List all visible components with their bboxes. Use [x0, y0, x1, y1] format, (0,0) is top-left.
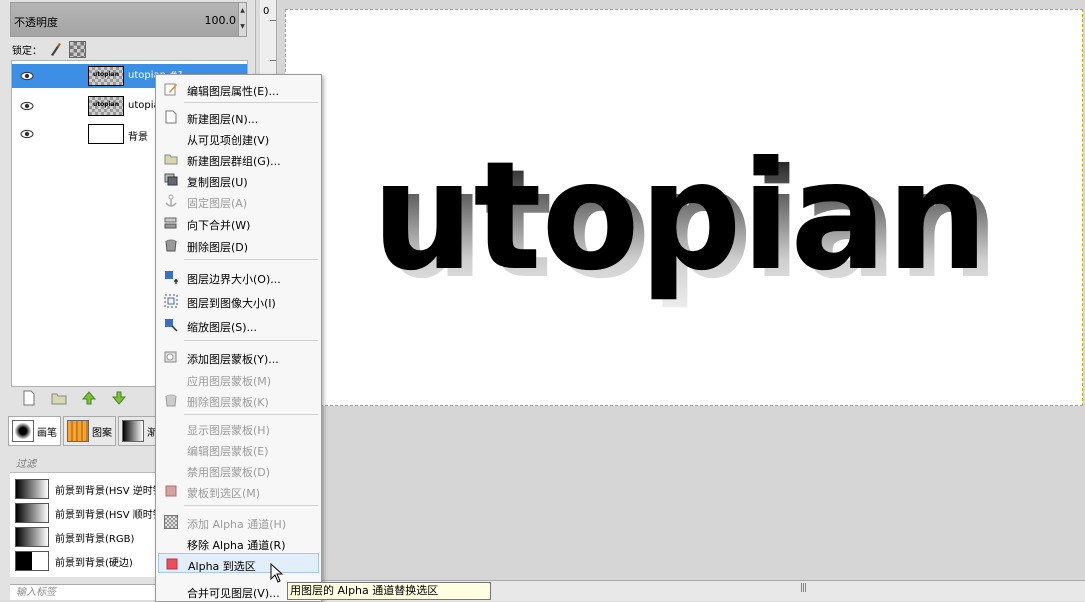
menu-disable-layer-mask[interactable]: 禁用图层蒙板(D) — [156, 460, 321, 480]
image-canvas[interactable]: utopian utopian — [285, 9, 1083, 406]
menu-merge-down[interactable]: 向下合并(W) — [156, 213, 321, 233]
menu-layer-to-image-size[interactable]: 图层到图像大小(I) — [156, 291, 321, 311]
gradient-swatch — [15, 503, 49, 523]
mouse-cursor-icon — [270, 563, 284, 583]
menu-new-layer-group[interactable]: 新建图层群组(G)... — [156, 149, 321, 169]
utopian-text-art: utopian utopian — [372, 130, 999, 312]
arrow-up-icon[interactable] — [81, 390, 97, 406]
folder-icon — [164, 152, 178, 166]
opacity-spin-arrows[interactable]: ▲ ▼ — [238, 3, 246, 36]
folder-icon[interactable] — [51, 390, 67, 406]
menu-scale-layer[interactable]: 缩放图层(S)... — [156, 315, 321, 335]
menu-remove-alpha-channel[interactable]: 移除 Alpha 通道(R) — [156, 533, 321, 553]
menu-show-layer-mask[interactable]: 显示图层蒙板(H) — [156, 418, 321, 438]
lock-row: 锁定： — [12, 40, 86, 58]
add-mask-icon — [164, 350, 178, 364]
gradient-swatch — [15, 551, 49, 571]
layer-thumbnail: utopian — [88, 66, 124, 86]
scale-icon — [164, 318, 178, 332]
layer-name[interactable]: 背景 — [128, 128, 148, 143]
lock-alpha-icon[interactable] — [69, 40, 86, 58]
menu-apply-layer-mask[interactable]: 应用图层蒙板(M) — [156, 369, 321, 389]
eye-icon[interactable] — [20, 128, 34, 140]
merge-down-icon — [164, 216, 178, 230]
menu-delete-layer-mask[interactable]: 删除图层蒙板(K) — [156, 390, 321, 410]
menu-new-layer[interactable]: 新建图层(N)... — [156, 107, 321, 127]
menu-mask-to-selection[interactable]: 蒙板到选区(M) — [156, 481, 321, 501]
opacity-label: 不透明度 — [14, 16, 58, 29]
gradient-item[interactable]: 前景到背景(硬边) — [15, 550, 133, 572]
menu-alpha-to-selection[interactable]: Alpha 到选区 — [158, 553, 319, 573]
menu-edit-layer-mask[interactable]: 编辑图层蒙板(E) — [156, 439, 321, 459]
alpha-selection-icon — [165, 557, 179, 571]
pattern-icon — [67, 420, 89, 442]
arrow-down-icon[interactable] — [111, 390, 127, 406]
new-layer-icon — [164, 110, 178, 124]
gradient-item[interactable]: 前景到背景(HSV 逆时针) — [15, 478, 167, 500]
menu-edit-layer-attributes[interactable]: 编辑图层属性(E)... — [156, 79, 321, 99]
filter-label: 过滤 — [16, 459, 36, 470]
lock-label: 锁定： — [12, 45, 42, 57]
layer-context-menu: 编辑图层属性(E)... 新建图层(N)... 从可见项创建(V) 新建图层群组… — [155, 74, 322, 602]
opacity-spinbox[interactable]: 不透明度 100.0 ▲ ▼ — [10, 2, 247, 37]
edit-icon — [164, 82, 178, 96]
lock-pixels-icon[interactable] — [48, 42, 63, 57]
tab-patterns[interactable]: 图案 — [63, 416, 116, 446]
menu-new-from-visible[interactable]: 从可见项创建(V) — [156, 128, 321, 148]
gradient-swatch — [15, 479, 49, 499]
layer-thumbnail — [88, 124, 124, 144]
menu-add-alpha-channel[interactable]: 添加 Alpha 通道(H) — [156, 512, 321, 532]
boundary-size-icon — [164, 270, 178, 284]
gradient-item[interactable]: 前景到背景(HSV 顺时针) — [15, 502, 167, 524]
scroll-grip[interactable]: ||| — [800, 583, 807, 593]
tab-brushes[interactable]: 画笔 — [8, 416, 61, 446]
mask-selection-icon — [164, 484, 178, 498]
alpha-channel-icon — [164, 515, 178, 529]
gradient-icon — [122, 420, 144, 442]
tooltip: 用图层的 Alpha 通道替换选区 — [287, 582, 491, 600]
layer-to-image-icon — [164, 294, 178, 308]
menu-delete-layer[interactable]: 删除图层(D) — [156, 235, 321, 255]
menu-add-layer-mask[interactable]: 添加图层蒙板(Y)... — [156, 347, 321, 367]
brush-icon — [12, 420, 34, 442]
menu-duplicate-layer[interactable]: 复制图层(U) — [156, 170, 321, 190]
menu-layer-boundary-size[interactable]: 图层边界大小(O)... — [156, 267, 321, 287]
duplicate-icon — [164, 173, 178, 187]
anchor-icon — [164, 194, 178, 208]
trash-icon — [164, 238, 178, 252]
new-layer-icon[interactable] — [21, 390, 37, 406]
gradient-item[interactable]: 前景到背景(RGB) — [15, 526, 134, 548]
ruler-zero-label: 0 — [263, 6, 270, 17]
layer-thumbnail: utopian — [88, 96, 124, 116]
menu-anchor-layer[interactable]: 固定图层(A) — [156, 191, 321, 211]
trash-icon — [164, 393, 178, 407]
gradient-swatch — [15, 527, 49, 547]
utopian-main-text: utopian — [372, 130, 988, 304]
eye-icon[interactable] — [20, 100, 34, 112]
eye-icon[interactable] — [20, 70, 34, 82]
opacity-value: 100.0 — [204, 14, 237, 27]
